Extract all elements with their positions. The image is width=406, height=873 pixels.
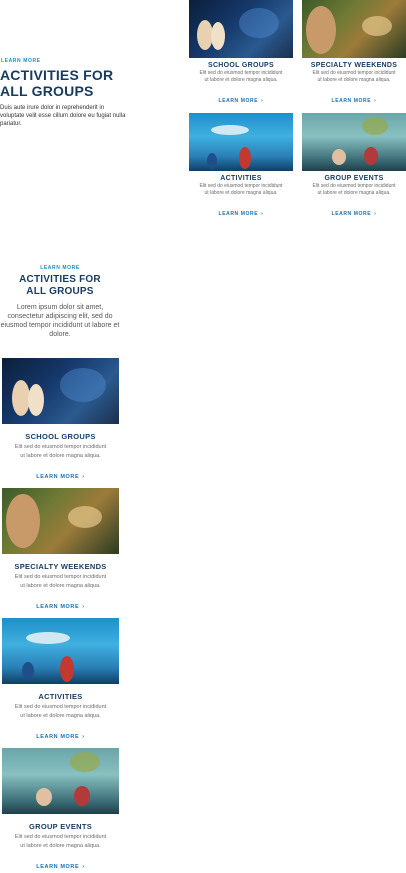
learn-more-link[interactable]: LEARN MORE › xyxy=(332,211,377,217)
card-title: SPECIALTY WEEKENDS xyxy=(14,562,107,571)
card-text-line-1: Elit sed do eiusmod tempor incididunt xyxy=(199,70,283,76)
heading-line-2: ALL GROUPS xyxy=(0,83,94,99)
mobile-description: Lorem ipsum dolor sit amet, consectetur … xyxy=(0,304,120,338)
card-image[interactable] xyxy=(302,113,406,171)
card-title: SPECIALTY WEEKENDS xyxy=(310,62,398,69)
card-image[interactable] xyxy=(2,358,119,424)
section-description: Duis aute irure dolor in reprehenderit i… xyxy=(0,105,126,127)
card-text-line-1: Elit sed do eiusmod tempor incididunt xyxy=(312,183,396,189)
mobile-card-activities: ACTIVITIES Elit sed do eiusmod tempor in… xyxy=(2,618,119,743)
card-text-line-2: ut labore et dolore magna aliqua. xyxy=(20,713,101,719)
card-text-line-1: Elit sed do eiusmod tempor incididunt xyxy=(14,574,107,580)
card-image[interactable] xyxy=(2,618,119,684)
mobile-heading: ACTIVITIES FOR ALL GROUPS xyxy=(0,274,120,298)
learn-more-link[interactable]: LEARN MORE › xyxy=(332,98,377,104)
card-activities: ACTIVITIES Elit sed do eiusmod tempor in… xyxy=(189,113,293,220)
learn-more-link[interactable]: LEARN MORE › xyxy=(36,474,84,480)
mobile-heading-line-2: ALL GROUPS xyxy=(26,286,94,297)
card-text: Elit sed do eiusmod tempor incididunt ut… xyxy=(189,183,293,197)
mobile-card-group-events: GROUP EVENTS Elit sed do eiusmod tempor … xyxy=(2,748,119,873)
chevron-right-icon: › xyxy=(82,474,85,480)
mobile-heading-line-1: ACTIVITIES FOR xyxy=(19,274,101,285)
card-text-line-1: Elit sed do eiusmod tempor incididunt xyxy=(14,444,107,450)
chevron-right-icon: › xyxy=(261,211,264,217)
card-text-line-2: ut labore et dolore magna aliqua. xyxy=(20,583,101,589)
learn-more-link[interactable]: LEARN MORE › xyxy=(219,98,264,104)
card-text-line-1: Elit sed do eiusmod tempor incididunt xyxy=(199,183,283,189)
card-title: GROUP EVENTS xyxy=(324,175,384,182)
chevron-right-icon: › xyxy=(82,604,85,610)
section-heading: ACTIVITIES FOR ALL GROUPS xyxy=(0,67,113,99)
learn-more-link[interactable]: LEARN MORE › xyxy=(36,734,84,740)
mobile-card-specialty-weekends: SPECIALTY WEEKENDS Elit sed do eiusmod t… xyxy=(2,488,119,613)
learn-more-link[interactable]: LEARN MORE › xyxy=(36,604,84,610)
card-text: Elit sed do eiusmod tempor incididunt ut… xyxy=(2,573,119,591)
card-group-events: GROUP EVENTS Elit sed do eiusmod tempor … xyxy=(302,113,406,220)
card-text: Elit sed do eiusmod tempor incididunt ut… xyxy=(189,70,293,84)
chevron-right-icon: › xyxy=(261,98,264,104)
card-text-line-2: ut labore et dolore magna aliqua. xyxy=(20,843,101,849)
card-image[interactable] xyxy=(302,0,406,58)
section-eyebrow: LEARN MORE xyxy=(1,58,41,64)
card-image[interactable] xyxy=(189,113,293,171)
card-text-line-2: ut labore et dolore magna aliqua. xyxy=(20,453,101,459)
card-title: GROUP EVENTS xyxy=(28,822,93,831)
mobile-card-school-groups: SCHOOL GROUPS Elit sed do eiusmod tempor… xyxy=(2,358,119,483)
card-text-line-2: ut labore et dolore magna aliqua. xyxy=(317,190,391,196)
card-text: Elit sed do eiusmod tempor incididunt ut… xyxy=(302,70,406,84)
chevron-right-icon: › xyxy=(374,98,377,104)
card-text: Elit sed do eiusmod tempor incididunt ut… xyxy=(302,183,406,197)
chevron-right-icon: › xyxy=(374,211,377,217)
mobile-intro: LEARN MORE ACTIVITIES FOR ALL GROUPS Lor… xyxy=(0,265,120,339)
card-image[interactable] xyxy=(2,748,119,814)
card-text-line-2: ut labore et dolore magna aliqua. xyxy=(204,77,278,83)
learn-more-link[interactable]: LEARN MORE › xyxy=(36,864,84,870)
heading-line-1: ACTIVITIES FOR xyxy=(0,67,114,83)
card-text-line-1: Elit sed do eiusmod tempor incididunt xyxy=(14,834,107,840)
card-title: ACTIVITIES xyxy=(38,692,83,701)
card-text-line-2: ut labore et dolore magna aliqua. xyxy=(317,77,391,83)
card-image[interactable] xyxy=(2,488,119,554)
mobile-eyebrow: LEARN MORE xyxy=(40,265,80,271)
card-image[interactable] xyxy=(189,0,293,58)
card-title: SCHOOL GROUPS xyxy=(207,62,274,69)
card-text: Elit sed do eiusmod tempor incididunt ut… xyxy=(2,703,119,721)
learn-more-link[interactable]: LEARN MORE › xyxy=(219,211,264,217)
card-text: Elit sed do eiusmod tempor incididunt ut… xyxy=(2,443,119,461)
chevron-right-icon: › xyxy=(82,864,85,870)
card-text-line-2: ut labore et dolore magna aliqua. xyxy=(204,190,278,196)
card-title: ACTIVITIES xyxy=(220,175,262,182)
card-title: SCHOOL GROUPS xyxy=(25,432,96,441)
card-school-groups: SCHOOL GROUPS Elit sed do eiusmod tempor… xyxy=(189,0,293,107)
card-text-line-1: Elit sed do eiusmod tempor incididunt xyxy=(14,704,107,710)
card-text: Elit sed do eiusmod tempor incididunt ut… xyxy=(2,833,119,851)
chevron-right-icon: › xyxy=(82,734,85,740)
card-specialty-weekends: SPECIALTY WEEKENDS Elit sed do eiusmod t… xyxy=(302,0,406,107)
card-text-line-1: Elit sed do eiusmod tempor incididunt xyxy=(312,70,396,76)
